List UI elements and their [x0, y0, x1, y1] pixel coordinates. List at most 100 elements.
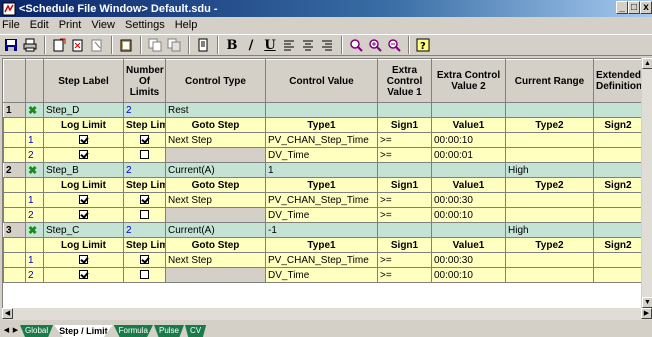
control-type-cell[interactable]: Current(A): [165, 222, 266, 238]
menu-help[interactable]: Help: [175, 19, 198, 31]
scroll-left-icon[interactable]: ◀: [2, 308, 13, 319]
value1-cell[interactable]: 00:00:30: [431, 192, 506, 208]
limits-cell[interactable]: 2: [123, 102, 166, 118]
limit-row[interactable]: 2 DV_Time >= 00:00:01: [3, 147, 641, 163]
step-limit-checkbox[interactable]: [140, 135, 149, 145]
extra-value-1-cell[interactable]: [377, 222, 432, 238]
limits-cell[interactable]: 2: [123, 222, 166, 238]
scroll-right-icon[interactable]: ▶: [641, 308, 652, 319]
log-limit-cell[interactable]: [43, 192, 124, 208]
type2-cell[interactable]: [505, 147, 594, 163]
log-limit-checkbox[interactable]: [79, 150, 88, 160]
sign2-cell[interactable]: [593, 207, 641, 223]
col-header-step-label[interactable]: Step Label: [43, 59, 124, 103]
tab-formula[interactable]: Formula: [113, 325, 153, 337]
goto-step-cell[interactable]: Next Step: [165, 252, 266, 268]
col-header-current-range[interactable]: Current Range: [505, 59, 594, 103]
type1-cell[interactable]: DV_Time: [265, 207, 378, 223]
limit-row[interactable]: 2 DV_Time >= 00:00:10: [3, 207, 641, 223]
menu-settings[interactable]: Settings: [125, 19, 165, 31]
sign1-cell[interactable]: >=: [377, 132, 432, 148]
align-left-icon[interactable]: [280, 36, 298, 54]
sign2-cell[interactable]: [593, 267, 641, 283]
log-limit-cell[interactable]: [43, 132, 124, 148]
tab-step-limit[interactable]: Step / Limit: [54, 325, 113, 337]
scroll-down-icon[interactable]: ▼: [642, 297, 652, 308]
col-header-extended-definition[interactable]: Extended Definition: [593, 59, 641, 103]
step-limit-checkbox[interactable]: [140, 195, 149, 205]
col-header-control-value[interactable]: Control Value: [265, 59, 378, 103]
log-limit-checkbox[interactable]: [79, 135, 88, 145]
type1-cell[interactable]: PV_CHAN_Step_Time: [265, 192, 378, 208]
sign2-cell[interactable]: [593, 147, 641, 163]
horizontal-scrollbar[interactable]: ◀ ▶: [2, 308, 652, 320]
step-limit-checkbox[interactable]: [140, 270, 149, 280]
limit-row[interactable]: 2 DV_Time >= 00:00:10: [3, 267, 641, 283]
tab-global[interactable]: Global: [20, 325, 54, 337]
value1-cell[interactable]: 00:00:10: [431, 207, 506, 223]
type1-cell[interactable]: PV_CHAN_Step_Time: [265, 132, 378, 148]
goto-step-cell[interactable]: Next Step: [165, 192, 266, 208]
tab-cv[interactable]: CV: [185, 325, 207, 337]
sign1-cell[interactable]: >=: [377, 147, 432, 163]
menu-edit[interactable]: Edit: [30, 19, 49, 31]
tab-next-icon[interactable]: ▶: [11, 325, 20, 337]
extended-definition-cell[interactable]: [593, 222, 641, 238]
control-value-cell[interactable]: [265, 102, 378, 118]
step-limit-cell[interactable]: [123, 267, 166, 283]
value1-cell[interactable]: 00:00:10: [431, 132, 506, 148]
delete-icon[interactable]: [88, 36, 106, 54]
step-limit-checkbox[interactable]: [140, 210, 149, 220]
extra-value-2-cell[interactable]: [431, 222, 506, 238]
col-header-extra-control-value-2[interactable]: Extra Control Value 2: [431, 59, 506, 103]
minimize-button[interactable]: _: [616, 1, 628, 14]
type2-cell[interactable]: [505, 252, 594, 268]
log-limit-cell[interactable]: [43, 147, 124, 163]
goto-step-cell[interactable]: [165, 267, 266, 283]
value1-cell[interactable]: 00:00:10: [431, 267, 506, 283]
print-icon[interactable]: [21, 36, 39, 54]
type2-cell[interactable]: [505, 267, 594, 283]
extra-value-2-cell[interactable]: [431, 162, 506, 178]
extended-definition-cell[interactable]: [593, 102, 641, 118]
type2-cell[interactable]: [505, 207, 594, 223]
log-limit-cell[interactable]: [43, 207, 124, 223]
step-row[interactable]: 1 ✖ Step_D 2 Rest: [3, 102, 641, 118]
col-header-control-type[interactable]: Control Type: [165, 59, 266, 103]
clipboard-icon[interactable]: [165, 36, 183, 54]
menu-file[interactable]: File: [2, 19, 20, 31]
help-icon[interactable]: ?: [414, 36, 432, 54]
type2-cell[interactable]: [505, 132, 594, 148]
bold-icon[interactable]: B: [223, 36, 241, 54]
extra-value-2-cell[interactable]: [431, 102, 506, 118]
step-limit-checkbox[interactable]: [140, 255, 149, 265]
paste-icon[interactable]: [117, 36, 135, 54]
close-button[interactable]: x: [640, 1, 652, 14]
current-range-cell[interactable]: [505, 102, 594, 118]
control-type-cell[interactable]: Current(A): [165, 162, 266, 178]
step-label-cell[interactable]: Step_D: [43, 102, 124, 118]
col-header-extra-control-value-1[interactable]: Extra Control Value 1: [377, 59, 432, 103]
current-range-cell[interactable]: High: [505, 162, 594, 178]
log-limit-checkbox[interactable]: [79, 255, 88, 265]
log-limit-checkbox[interactable]: [79, 210, 88, 220]
log-limit-checkbox[interactable]: [79, 270, 88, 280]
extra-value-1-cell[interactable]: [377, 102, 432, 118]
type1-cell[interactable]: DV_Time: [265, 267, 378, 283]
menu-view[interactable]: View: [91, 19, 115, 31]
log-limit-checkbox[interactable]: [79, 195, 88, 205]
sign1-cell[interactable]: >=: [377, 192, 432, 208]
vertical-scrollbar[interactable]: ▲ ▼: [641, 58, 652, 308]
step-limit-checkbox[interactable]: [140, 150, 149, 160]
sign2-cell[interactable]: [593, 132, 641, 148]
copy-icon[interactable]: [146, 36, 164, 54]
sign2-cell[interactable]: [593, 252, 641, 268]
scroll-up-icon[interactable]: ▲: [642, 58, 652, 69]
goto-step-cell[interactable]: Next Step: [165, 132, 266, 148]
menu-print[interactable]: Print: [59, 19, 82, 31]
underline-icon[interactable]: U: [261, 36, 279, 54]
limits-cell[interactable]: 2: [123, 162, 166, 178]
step-limit-cell[interactable]: [123, 147, 166, 163]
type1-cell[interactable]: DV_Time: [265, 147, 378, 163]
tab-prev-icon[interactable]: ◀: [2, 325, 11, 337]
